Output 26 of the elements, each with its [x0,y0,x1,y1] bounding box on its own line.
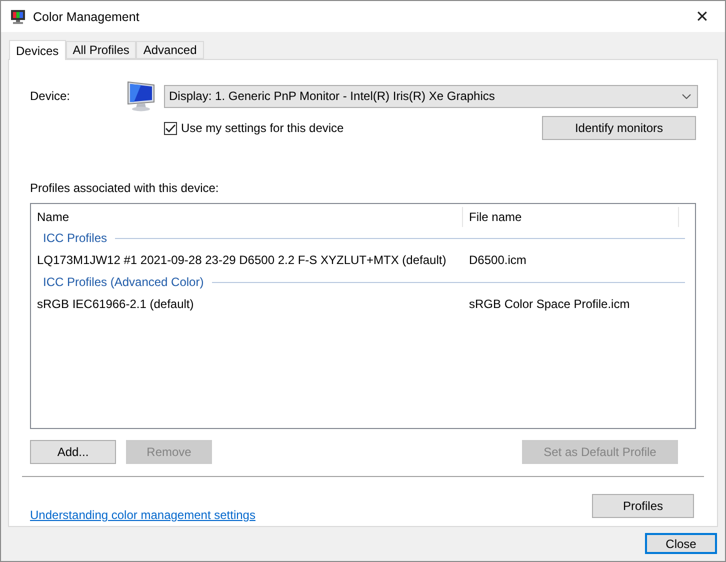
group-header: ICC Profiles (Advanced Color) [43,275,204,289]
tab[interactable]: All Profiles [66,41,136,59]
device-label: Device: [30,89,72,103]
tab[interactable]: Devices [9,40,66,60]
window-title: Color Management [33,10,140,24]
monitor-icon [10,8,26,24]
table-cell-text: sRGB IEC61966-2.1 (default) [36,297,195,311]
table-cell-text: sRGB Color Space Profile.icm [468,297,631,311]
monitor-icon [126,80,156,112]
chevron-down-icon [682,94,691,98]
profiles-label: Profiles associated with this device: [30,181,220,195]
help-link[interactable]: Understanding color management settings [30,508,256,522]
table-cell-text: D6500.icm [468,253,528,267]
group-header: ICC Profiles [43,231,108,245]
identify-monitors-button[interactable]: Identify monitors [542,116,696,140]
profiles-button[interactable]: Profiles [592,494,694,518]
checkbox-label: Use my settings for this device [181,121,345,135]
column-header[interactable]: Name [31,207,463,227]
column-header[interactable]: File name [463,207,679,227]
list-button[interactable]: Add... [30,440,116,464]
device-dropdown[interactable]: Display: 1. Generic PnP Monitor - Intel(R) Iris(R) Xe Graphics [164,84,698,108]
close-dialog-button[interactable]: Close [645,533,717,554]
table-cell-text: LQ173M1JW12 #1 2021-09-28 23-29 D6500 2.2 F-S XYZLUT+MTX (default) [36,253,448,267]
checkbox[interactable] [164,122,177,134]
close-button[interactable]: ✕ [679,6,725,26]
tab[interactable]: Advanced [136,41,204,59]
